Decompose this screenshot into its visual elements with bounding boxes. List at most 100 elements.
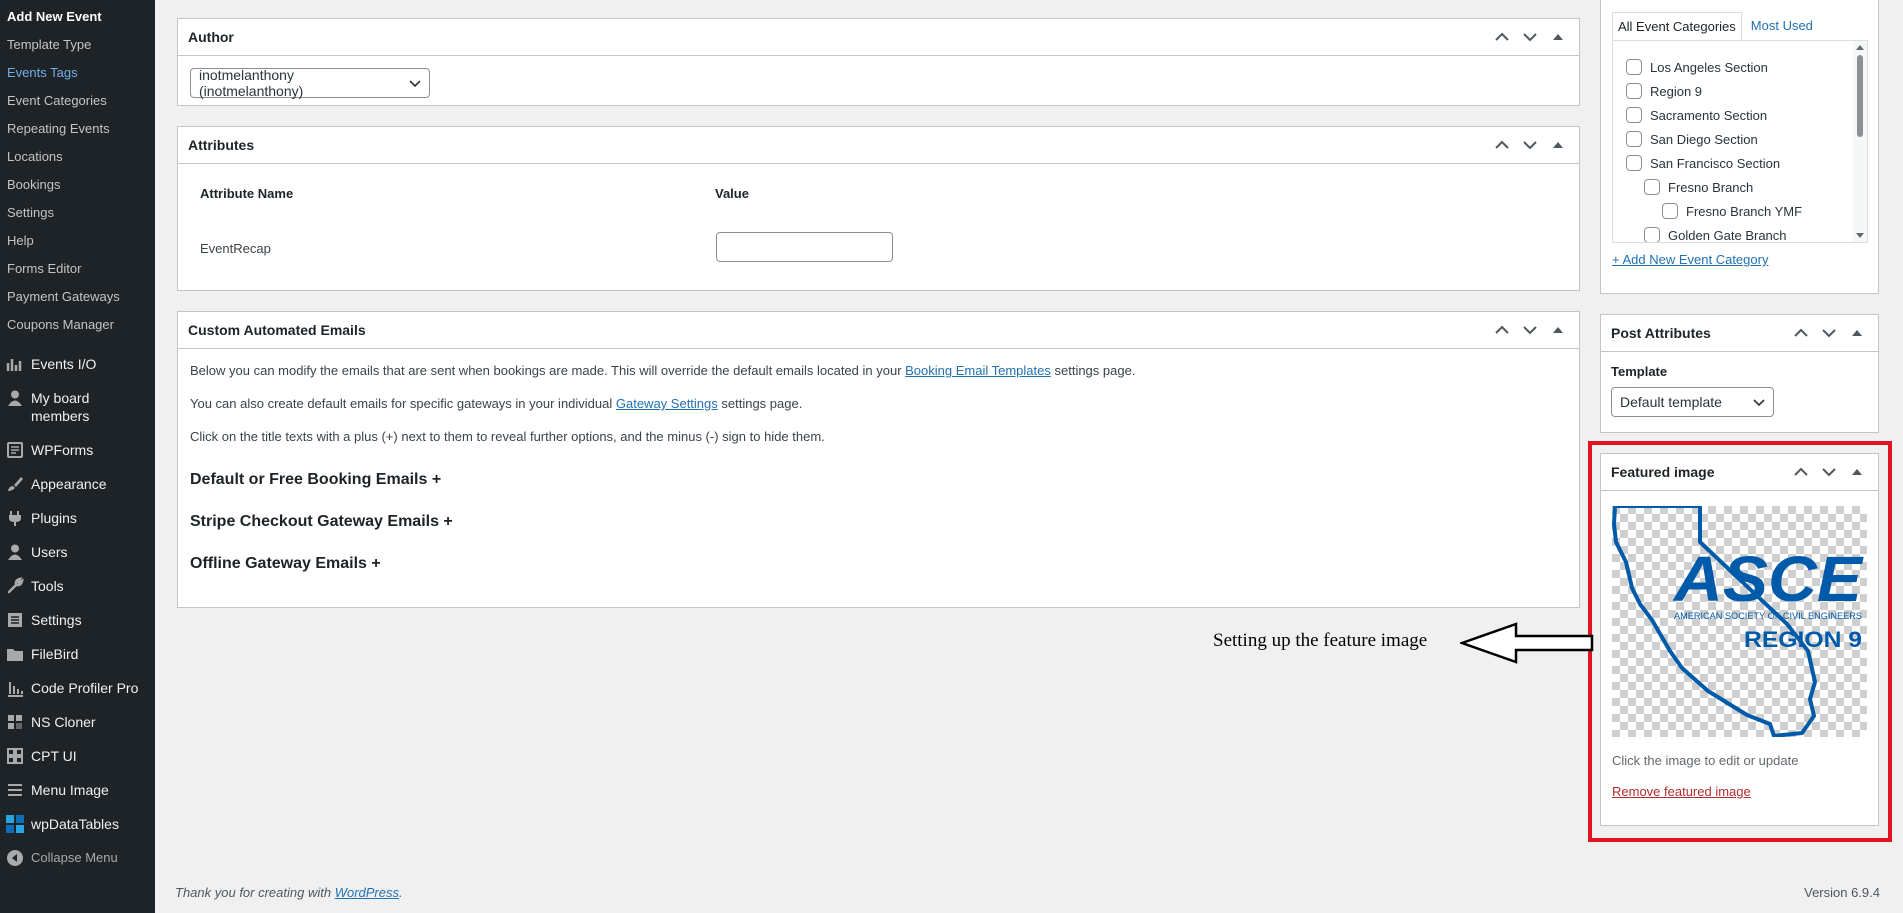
menu-item-events-i-o[interactable]: Events I/O bbox=[0, 347, 155, 381]
menu-item-code-profiler-pro[interactable]: Code Profiler Pro bbox=[0, 671, 155, 705]
submenu-item-bookings[interactable]: Bookings bbox=[0, 171, 155, 199]
category-label: Golden Gate Branch bbox=[1668, 227, 1787, 243]
submenu-item-locations[interactable]: Locations bbox=[0, 143, 155, 171]
category-checkbox[interactable] bbox=[1626, 107, 1642, 123]
chevron-down-icon bbox=[409, 75, 421, 91]
datatables-icon bbox=[4, 807, 26, 841]
tab-all-categories[interactable]: All Event Categories bbox=[1612, 12, 1742, 40]
submenu-item-add-new-event[interactable]: Add New Event bbox=[0, 3, 155, 31]
menu-item-filebird[interactable]: FileBird bbox=[0, 637, 155, 671]
submenu-item-settings[interactable]: Settings bbox=[0, 199, 155, 227]
submenu-item-events-tags[interactable]: Events Tags bbox=[0, 59, 155, 87]
category-checkbox[interactable] bbox=[1644, 227, 1660, 242]
booking-email-templates-link[interactable]: Booking Email Templates bbox=[905, 363, 1051, 378]
category-checkbox[interactable] bbox=[1626, 83, 1642, 99]
move-down-icon[interactable] bbox=[1519, 319, 1541, 341]
category-checkbox[interactable] bbox=[1644, 179, 1660, 195]
category-item[interactable]: Golden Gate Branch bbox=[1626, 223, 1867, 243]
category-label: Los Angeles Section bbox=[1650, 59, 1768, 75]
submenu-item-payment-gateways[interactable]: Payment Gateways bbox=[0, 283, 155, 311]
gateway-settings-link[interactable]: Gateway Settings bbox=[616, 396, 718, 411]
move-down-icon[interactable] bbox=[1818, 322, 1840, 344]
category-item[interactable]: Region 9 bbox=[1626, 79, 1867, 103]
menu-item-wpdatatables[interactable]: wpDataTables bbox=[0, 807, 155, 841]
template-select[interactable]: Default template bbox=[1611, 387, 1774, 417]
submenu-item-template-type[interactable]: Template Type bbox=[0, 31, 155, 59]
category-item[interactable]: Fresno Branch bbox=[1626, 175, 1867, 199]
attribute-value-input[interactable] bbox=[716, 232, 893, 262]
menu-item-label: My board members bbox=[31, 390, 90, 424]
category-item[interactable]: Sacramento Section bbox=[1626, 103, 1867, 127]
category-item[interactable]: San Francisco Section bbox=[1626, 151, 1867, 175]
category-checkbox[interactable] bbox=[1626, 155, 1642, 171]
menu-item-appearance[interactable]: Appearance bbox=[0, 467, 155, 501]
menu-item-users[interactable]: Users bbox=[0, 535, 155, 569]
category-label: Sacramento Section bbox=[1650, 107, 1768, 123]
move-up-icon[interactable] bbox=[1491, 134, 1513, 156]
menu-item-ns-cloner[interactable]: NS Cloner bbox=[0, 705, 155, 739]
user-icon bbox=[4, 535, 26, 569]
emails-p2-text: You can also create default emails for s… bbox=[190, 396, 616, 411]
category-scrollbar[interactable] bbox=[1853, 41, 1867, 242]
arrow-left-icon bbox=[1460, 622, 1594, 664]
category-item[interactable]: San Diego Section bbox=[1626, 127, 1867, 151]
menu-item-menu-image[interactable]: Menu Image bbox=[0, 773, 155, 807]
toggle-panel-icon[interactable] bbox=[1547, 134, 1569, 156]
menu-separator bbox=[0, 339, 155, 347]
stripe-gateway-emails-toggle[interactable]: Stripe Checkout Gateway Emails + bbox=[190, 512, 1567, 554]
menu-item-wpforms[interactable]: WPForms bbox=[0, 433, 155, 467]
category-item[interactable]: Fresno Branch YMF bbox=[1626, 199, 1867, 223]
post-attributes-postbox: Post Attributes Template Default templat… bbox=[1600, 314, 1879, 433]
menu-item-label: Code Profiler Pro bbox=[31, 680, 139, 696]
submenu-item-coupons-manager[interactable]: Coupons Manager bbox=[0, 311, 155, 339]
toggle-panel-icon[interactable] bbox=[1547, 26, 1569, 48]
post-attributes-title: Post Attributes bbox=[1611, 325, 1711, 341]
menu-item-label: wpDataTables bbox=[31, 816, 119, 832]
add-new-category-link[interactable]: + Add New Event Category bbox=[1612, 252, 1768, 267]
chevron-down-icon bbox=[1753, 394, 1765, 410]
annotation-text: Setting up the feature image bbox=[1213, 630, 1428, 651]
menu-item-label: Events I/O bbox=[31, 356, 97, 372]
wrench-icon bbox=[4, 569, 26, 603]
category-checkbox[interactable] bbox=[1662, 203, 1678, 219]
move-down-icon[interactable] bbox=[1519, 134, 1541, 156]
move-up-icon[interactable] bbox=[1491, 319, 1513, 341]
collapse-menu-label: Collapse Menu bbox=[31, 850, 118, 865]
menu-item-my-board-members[interactable]: My board members bbox=[0, 381, 155, 433]
submenu-item-help[interactable]: Help bbox=[0, 227, 155, 255]
emails-title: Custom Automated Emails bbox=[188, 322, 366, 338]
menu-item-cpt-ui[interactable]: CPT UI bbox=[0, 739, 155, 773]
submenu-item-event-categories[interactable]: Event Categories bbox=[0, 87, 155, 115]
grid-icon bbox=[4, 739, 26, 773]
submenu-item-repeating-events[interactable]: Repeating Events bbox=[0, 115, 155, 143]
category-checkbox[interactable] bbox=[1626, 59, 1642, 75]
box-controls bbox=[1491, 134, 1569, 156]
emails-gateway-paragraph: You can also create default emails for s… bbox=[190, 396, 1567, 411]
offline-gateway-emails-toggle[interactable]: Offline Gateway Emails + bbox=[190, 554, 1567, 596]
move-up-icon[interactable] bbox=[1790, 322, 1812, 344]
collapse-menu-button[interactable]: Collapse Menu bbox=[0, 841, 155, 875]
user-icon bbox=[4, 381, 26, 415]
attribute-name-header: Attribute Name bbox=[200, 186, 294, 201]
footer-thanks: Thank you for creating with WordPress. bbox=[175, 885, 403, 900]
form-icon bbox=[4, 433, 26, 467]
tab-most-used[interactable]: Most Used bbox=[1742, 12, 1822, 40]
submenu-item-forms-editor[interactable]: Forms Editor bbox=[0, 255, 155, 283]
menu-item-tools[interactable]: Tools bbox=[0, 569, 155, 603]
author-select[interactable]: inotmelanthony (inotmelanthony) bbox=[190, 67, 430, 99]
wordpress-link[interactable]: WordPress bbox=[335, 885, 399, 900]
menu-item-settings[interactable]: Settings bbox=[0, 603, 155, 637]
menu-item-label: Users bbox=[31, 544, 68, 560]
move-up-icon[interactable] bbox=[1491, 26, 1513, 48]
chart-bars-icon bbox=[4, 347, 26, 381]
emails-postbox: Custom Automated Emails Below you can mo… bbox=[177, 311, 1580, 608]
move-down-icon[interactable] bbox=[1519, 26, 1541, 48]
toggle-panel-icon[interactable] bbox=[1846, 322, 1868, 344]
toggle-panel-icon[interactable] bbox=[1547, 319, 1569, 341]
menu-item-plugins[interactable]: Plugins bbox=[0, 501, 155, 535]
author-header: Author bbox=[178, 19, 1579, 56]
category-checkbox[interactable] bbox=[1626, 131, 1642, 147]
category-label: Fresno Branch YMF bbox=[1686, 203, 1803, 219]
default-booking-emails-toggle[interactable]: Default or Free Booking Emails + bbox=[190, 470, 1567, 512]
category-item[interactable]: Los Angeles Section bbox=[1626, 55, 1867, 79]
